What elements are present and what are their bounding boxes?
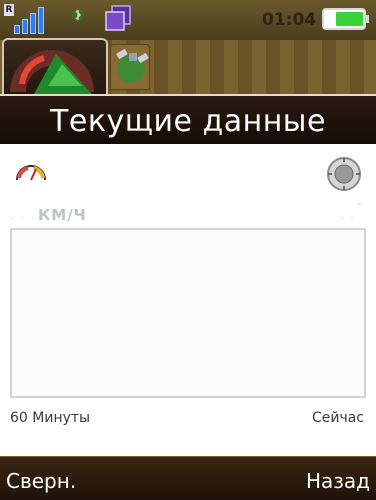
navigation-ring-icon[interactable] — [326, 156, 362, 192]
satellite-icon — [116, 48, 149, 83]
softkey-bar: Сверн. Назад — [0, 456, 376, 500]
speed-unit-label: КМ/Ч — [38, 206, 87, 224]
tab-current-data[interactable] — [2, 38, 108, 96]
main-content: · · · КМ/Ч · · ° 60 Минуты Сейчас — [0, 144, 376, 456]
speedometer-small-icon — [16, 165, 46, 181]
status-bar: R 01:04 — [0, 0, 376, 40]
axis-mark: ° — [357, 202, 362, 212]
graph-x-start-label: 60 Минуты — [10, 410, 91, 426]
page-title: Текущие данные — [50, 104, 326, 139]
minimize-softkey[interactable]: Сверн. — [6, 469, 76, 493]
signal-strength-icon: R — [4, 4, 50, 34]
title-bar: Текущие данные — [0, 94, 376, 144]
axis-dots-left: · · · — [10, 214, 36, 225]
back-softkey[interactable]: Назад — [306, 469, 370, 493]
multitask-icon — [105, 5, 131, 31]
clock: 01:04 — [262, 10, 317, 30]
graph-x-end-label: Сейчас — [311, 410, 364, 426]
roaming-badge: R — [4, 4, 14, 16]
bluetooth-icon — [72, 9, 84, 21]
battery-icon — [322, 8, 369, 30]
axis-dots-right: · · — [340, 214, 356, 225]
tab-satellites[interactable] — [110, 44, 150, 90]
speed-graph-area — [10, 228, 366, 398]
speedometer-icon — [10, 50, 94, 94]
